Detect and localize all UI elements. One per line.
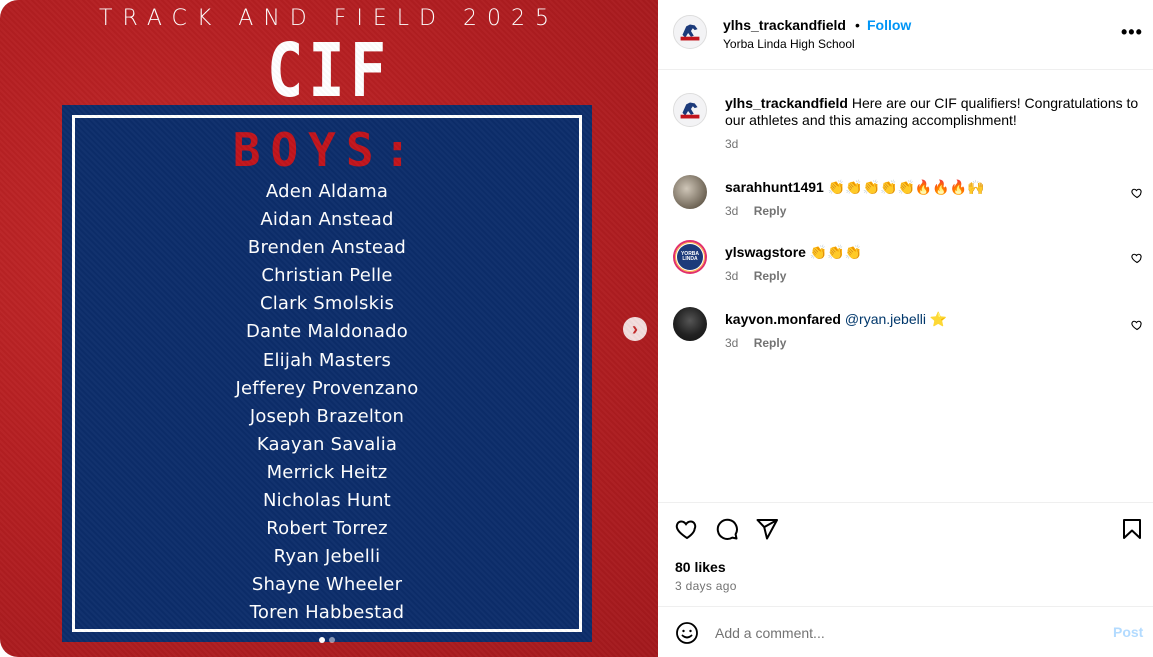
- athlete-name: Aidan Anstead: [260, 209, 394, 231]
- comment-item: kayvon.monfared @ryan.jebelli ⭐ 3d Reply: [673, 307, 1143, 357]
- comment-meta: 3d Reply: [725, 269, 786, 283]
- athlete-name: Kaayan Savalia: [256, 433, 398, 455]
- comment-text: 👏👏👏: [809, 245, 863, 261]
- comment-mention[interactable]: @ryan.jebelli: [845, 311, 926, 327]
- emoji-picker-icon[interactable]: [675, 621, 699, 645]
- post-actions: 80 likes 3 days ago: [658, 502, 1153, 606]
- athlete-name: Elijah Masters: [262, 349, 392, 371]
- comment-line: kayvon.monfared @ryan.jebelli ⭐: [725, 311, 947, 328]
- athlete-name: Dante Maldonado: [245, 321, 408, 343]
- chevron-right-icon: ›: [632, 319, 638, 339]
- athlete-name: Joseph Brazelton: [249, 405, 405, 427]
- heart-icon[interactable]: [1131, 187, 1143, 199]
- post-image[interactable]: TRACK AND FIELD 2025 CIF QUALIFIERS BOYS…: [0, 0, 658, 657]
- comment-line: ylswagstore 👏👏👏: [725, 244, 862, 261]
- reply-button[interactable]: Reply: [754, 204, 787, 218]
- comment-username[interactable]: ylswagstore: [725, 244, 806, 260]
- comment-icon[interactable]: [715, 517, 739, 541]
- comment-item: sarahhunt1491 👏👏👏👏👏🔥🔥🔥🙌 3d Reply: [673, 175, 1143, 225]
- share-icon[interactable]: [755, 517, 779, 541]
- more-options-icon[interactable]: •••: [1121, 22, 1143, 43]
- account-username[interactable]: ylhs_trackandfield: [723, 17, 846, 33]
- add-comment-bar: Post: [658, 606, 1153, 657]
- athlete-list: Aden Aldama Aidan Anstead Brenden Anstea…: [236, 178, 419, 628]
- comment-line: sarahhunt1491 👏👏👏👏👏🔥🔥🔥🙌: [725, 179, 985, 196]
- header-separator: •: [855, 17, 860, 33]
- store-logo: YORBA LINDA: [677, 244, 703, 270]
- post-date[interactable]: 3 days ago: [675, 579, 737, 593]
- comment-time: 3d: [725, 336, 739, 350]
- carousel-dot-active: [319, 637, 325, 643]
- post-header: ylhs_trackandfield • Follow Yorba Linda …: [658, 0, 1153, 70]
- reply-button[interactable]: Reply: [754, 336, 787, 350]
- caption-time: 3d: [725, 137, 739, 151]
- athlete-name: Shayne Wheeler: [251, 574, 403, 596]
- roster-title: BOYS:: [232, 123, 422, 177]
- athlete-name: Brenden Anstead: [247, 237, 407, 259]
- athlete-name: Jefferey Provenzano: [235, 377, 419, 399]
- carousel-next-button[interactable]: ›: [623, 317, 647, 341]
- mustang-logo-icon: [674, 16, 706, 48]
- comment-item: YORBA LINDA ylswagstore 👏👏👏 3d Reply: [673, 240, 1143, 290]
- comment-time: 3d: [725, 269, 739, 283]
- athlete-name: Toren Habbestad: [249, 602, 405, 624]
- heart-icon[interactable]: [1131, 319, 1143, 331]
- comment-text: 👏👏👏👏👏🔥🔥🔥🙌: [827, 180, 985, 196]
- comment-meta: 3d Reply: [725, 204, 786, 218]
- commenter-avatar[interactable]: YORBA LINDA: [673, 240, 707, 274]
- likes-count[interactable]: 80 likes: [675, 559, 726, 575]
- post-comment-button[interactable]: Post: [1113, 624, 1143, 640]
- comment-username[interactable]: sarahhunt1491: [725, 179, 824, 195]
- caption-avatar[interactable]: [673, 93, 707, 127]
- athlete-name: Robert Torrez: [266, 518, 388, 540]
- athlete-name: Christian Pelle: [261, 265, 393, 287]
- comment-username[interactable]: kayvon.monfared: [725, 311, 841, 327]
- carousel-indicator: [319, 637, 335, 643]
- location-link[interactable]: Yorba Linda High School: [723, 37, 855, 51]
- account-avatar[interactable]: [673, 15, 707, 49]
- follow-button[interactable]: Follow: [867, 17, 911, 33]
- heart-icon[interactable]: [1131, 252, 1143, 264]
- comment-time: 3d: [725, 204, 739, 218]
- comment-input[interactable]: [715, 622, 1095, 644]
- heart-icon[interactable]: [675, 517, 699, 541]
- athlete-name: Aden Aldama: [265, 181, 389, 202]
- comment-meta: 3d Reply: [725, 336, 786, 350]
- reply-button[interactable]: Reply: [754, 269, 787, 283]
- athlete-name: Ryan Jebelli: [273, 546, 381, 568]
- roster-board: BOYS: Aden Aldama Aidan Anstead Brenden …: [62, 105, 592, 642]
- post-sidebar: ylhs_trackandfield • Follow Yorba Linda …: [658, 0, 1153, 657]
- comment-text: ⭐: [929, 312, 948, 328]
- athlete-name: Clark Smolskis: [259, 293, 395, 315]
- bookmark-icon[interactable]: [1120, 517, 1144, 541]
- athlete-name: Nicholas Hunt: [263, 490, 391, 512]
- mustang-logo-icon: [674, 94, 706, 126]
- commenter-avatar[interactable]: [673, 307, 707, 341]
- carousel-dot: [329, 637, 335, 643]
- caption-username[interactable]: ylhs_trackandfield: [725, 95, 848, 111]
- commenter-avatar[interactable]: [673, 175, 707, 209]
- caption-body: ylhs_trackandfield Here are our CIF qual…: [725, 95, 1147, 129]
- athlete-name: Merrick Heitz: [266, 461, 388, 483]
